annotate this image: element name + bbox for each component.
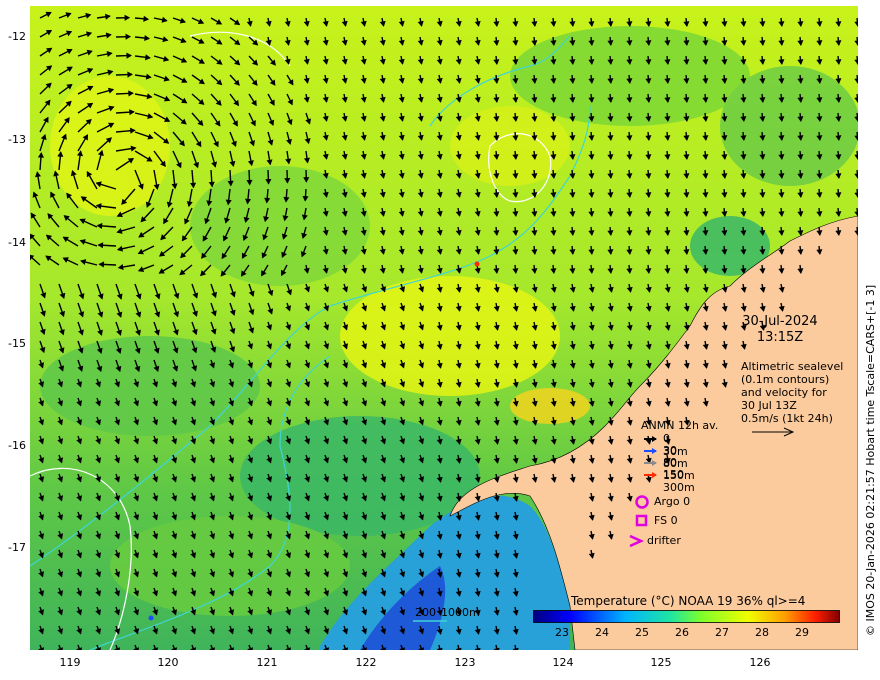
timestamp-block: 30-Jul-2024 13:15Z bbox=[735, 314, 825, 346]
sst-map[interactable] bbox=[30, 6, 858, 650]
velocity-arrowhead bbox=[455, 647, 462, 650]
anmn-legend-title: ANMN 12h av. bbox=[641, 419, 719, 432]
altimetry-line: and velocity for bbox=[741, 386, 827, 399]
map-date: 30-Jul-2024 bbox=[742, 314, 818, 329]
velocity-arrowhead bbox=[512, 647, 519, 650]
altimetry-description: Altimetric sealevel (0.1m contours) and … bbox=[741, 360, 843, 425]
fs-label: FS 0 bbox=[654, 514, 678, 527]
altimetry-line: 0.5m/s (1kt 24h) bbox=[741, 412, 833, 425]
colorbar-tick: 25 bbox=[635, 626, 649, 639]
colorbar-tick: 23 bbox=[555, 626, 569, 639]
drifter-label: drifter bbox=[647, 534, 681, 547]
altimetry-line: 30 Jul 13Z bbox=[741, 399, 797, 412]
depth-contour-swatch bbox=[413, 620, 447, 622]
velocity-arrowhead bbox=[436, 647, 443, 650]
lat-tick: -12 bbox=[8, 30, 26, 43]
altimetry-line: Altimetric sealevel bbox=[741, 360, 844, 373]
lon-tick: 126 bbox=[749, 656, 771, 669]
colorbar-tick: 28 bbox=[755, 626, 769, 639]
colorbar-title: Temperature (°C) NOAA 19 36% ql>=4 bbox=[571, 594, 806, 608]
fs-square-icon bbox=[635, 514, 648, 527]
lat-tick: -13 bbox=[8, 133, 26, 146]
colorbar bbox=[533, 610, 840, 623]
lon-tick: 120 bbox=[157, 656, 179, 669]
scale-arrow-icon bbox=[752, 427, 795, 437]
imos-credit: © IMOS 20-Jan-2026 02:21:57 Hobart time … bbox=[864, 284, 877, 636]
arrow-icon bbox=[644, 448, 657, 454]
lon-tick: 123 bbox=[454, 656, 476, 669]
colorbar-tick: 24 bbox=[595, 626, 609, 639]
lat-tick: -17 bbox=[8, 541, 26, 554]
arrow-icon bbox=[644, 436, 657, 442]
velocity-arrowhead bbox=[493, 647, 500, 650]
anmn-legend-label: 150 300m bbox=[663, 468, 695, 494]
lat-tick: -15 bbox=[8, 337, 26, 350]
lon-tick: 125 bbox=[650, 656, 672, 669]
lon-tick: 124 bbox=[552, 656, 574, 669]
velocity-arrowhead bbox=[474, 647, 481, 650]
lon-tick: 121 bbox=[256, 656, 278, 669]
colorbar-tick: 27 bbox=[715, 626, 729, 639]
map-canvas bbox=[30, 6, 858, 650]
argo-circle-icon bbox=[635, 495, 649, 509]
colorbar-tick: 26 bbox=[675, 626, 689, 639]
lon-tick: 119 bbox=[59, 656, 81, 669]
argo-label: Argo 0 bbox=[654, 495, 691, 508]
lon-tick: 122 bbox=[355, 656, 377, 669]
map-time: 13:15Z bbox=[756, 330, 804, 345]
drifter-chevron-icon bbox=[629, 534, 644, 548]
arrow-icon bbox=[644, 460, 657, 466]
altimetry-line: (0.1m contours) bbox=[741, 373, 830, 386]
arrow-icon bbox=[644, 472, 657, 478]
lat-tick: -16 bbox=[8, 439, 26, 452]
lat-tick: -14 bbox=[8, 236, 26, 249]
colorbar-tick: 29 bbox=[795, 626, 809, 639]
